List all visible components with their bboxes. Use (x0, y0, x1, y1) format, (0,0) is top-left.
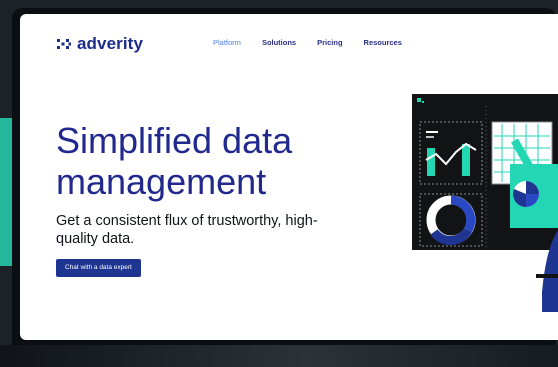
hero-title-line-1: Simplified data (56, 120, 293, 161)
nav-item-pricing[interactable]: Pricing (317, 38, 342, 47)
hero-title-line-2: management (56, 161, 267, 202)
logo[interactable]: adverity (56, 34, 143, 54)
logo-text: adverity (77, 34, 144, 53)
hero-subtitle: Get a consistent flux of trustworthy, hi… (56, 213, 318, 247)
main-nav: Platform Solutions Pricing Resources (213, 38, 402, 47)
nav-item-platform[interactable]: Platform (213, 38, 241, 47)
adverity-logo-icon (57, 39, 71, 49)
browser-screen: adverity Platform Solutions Pricing Reso… (20, 14, 558, 340)
chat-with-expert-button[interactable]: Chat with a data expert (56, 259, 141, 277)
monitor-stand-strip (0, 345, 558, 367)
dashboard-illustration (412, 94, 558, 312)
nav-item-resources[interactable]: Resources (364, 38, 402, 47)
hero-title: Simplified data management (56, 120, 292, 202)
nav-item-solutions[interactable]: Solutions (262, 38, 296, 47)
